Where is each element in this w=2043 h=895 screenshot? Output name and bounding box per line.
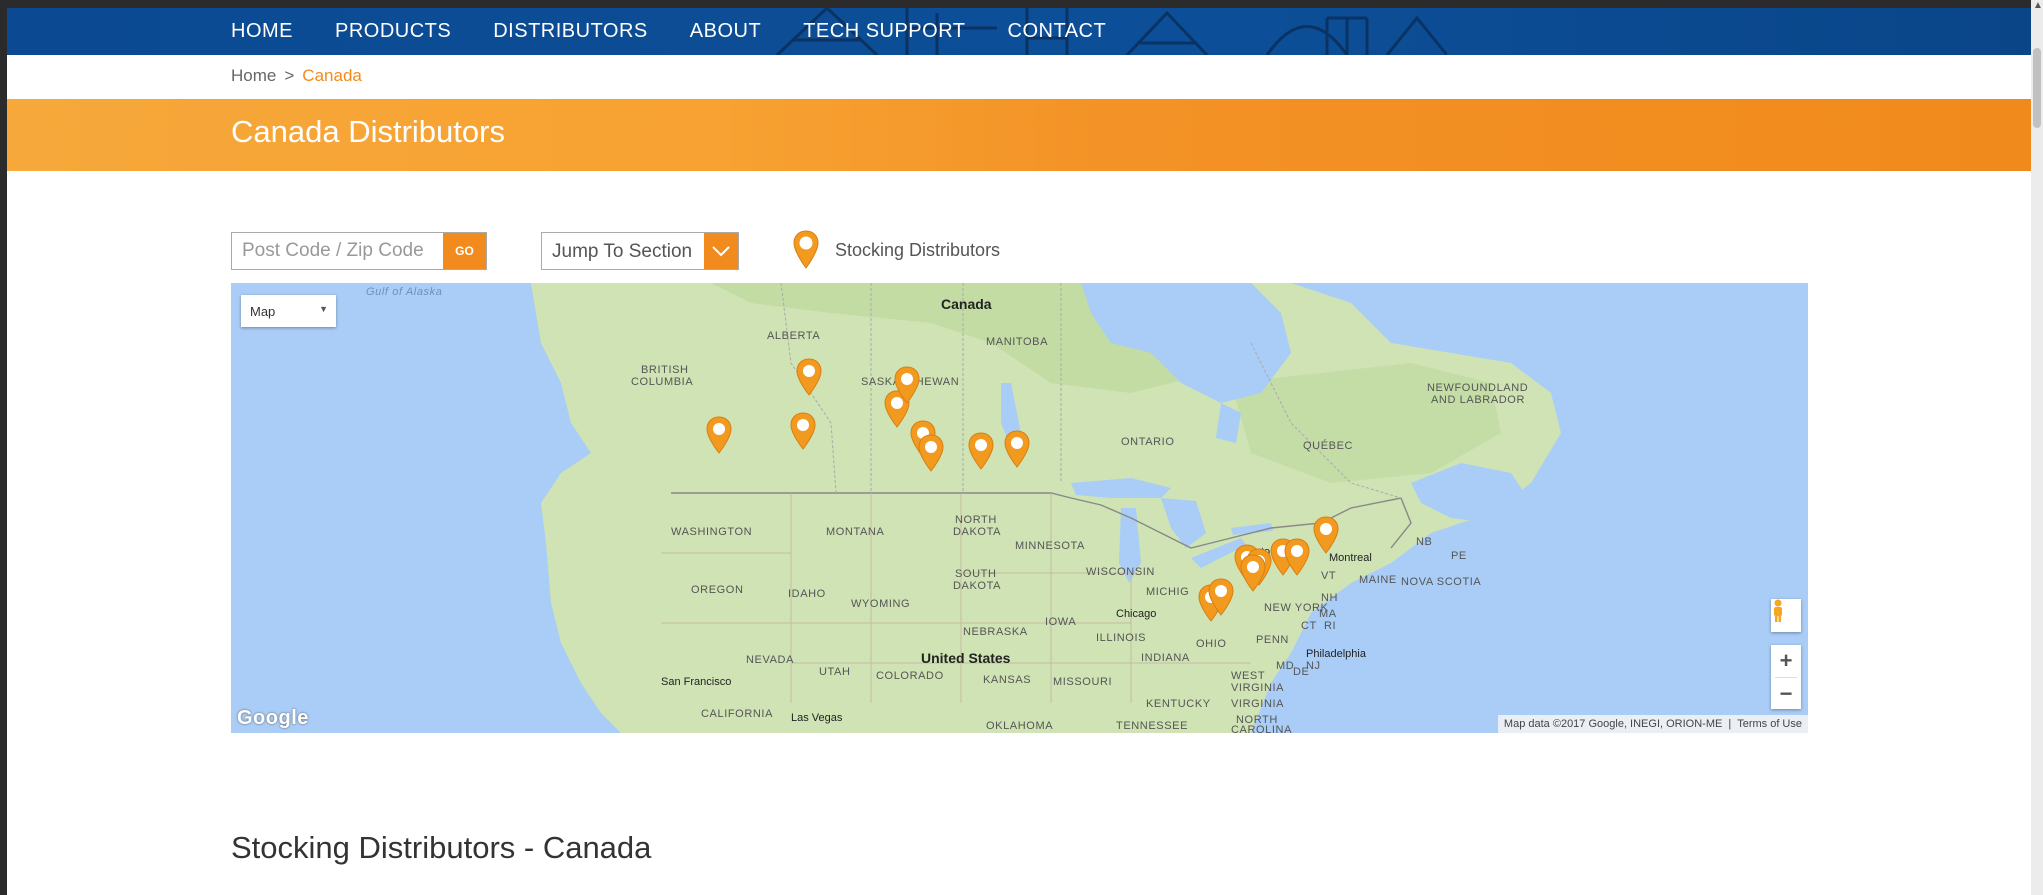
map-label-nova-scotia: NOVA SCOTIA xyxy=(1401,576,1481,588)
map-label-vt: VT xyxy=(1321,570,1336,582)
street-view-pegman-icon[interactable] xyxy=(1771,599,1801,632)
nav-products[interactable]: PRODUCTS xyxy=(335,20,451,43)
map-label-san-francisco: San Francisco xyxy=(661,676,731,688)
map-type-label: Map xyxy=(250,304,276,319)
map-label-united-states: United States xyxy=(921,650,1011,666)
nav-contact[interactable]: CONTACT xyxy=(1008,20,1107,43)
nav-home[interactable]: HOME xyxy=(231,20,293,43)
map-label-nb: NB xyxy=(1416,536,1432,548)
google-logo[interactable]: Google xyxy=(237,707,309,730)
map-label-montana: MONTANA xyxy=(826,526,884,538)
map-data-credit: Map data ©2017 Google, INEGI, ORION-ME xyxy=(1503,718,1723,730)
map-label-nh: NH xyxy=(1321,592,1338,604)
map-label-ohio: OHIO xyxy=(1196,638,1227,650)
scrollbar-thumb[interactable] xyxy=(2033,48,2041,128)
zoom-control: + − xyxy=(1771,645,1801,709)
map-label-oregon: OREGON xyxy=(691,584,744,596)
map-label-utah: UTAH xyxy=(819,666,851,678)
top-navigation: HOME PRODUCTS DISTRIBUTORS ABOUT TECH SU… xyxy=(7,8,2031,55)
breadcrumb-home[interactable]: Home xyxy=(231,66,276,85)
map-legend: Stocking Distributors xyxy=(793,228,1000,272)
map-label-north-dakota-2: DAKOTA xyxy=(953,526,1001,538)
map-label-newfoundland-1: NEWFOUNDLAND xyxy=(1427,382,1528,394)
map-label-oklahoma: OKLAHOMA xyxy=(986,720,1053,732)
zoom-out-button[interactable]: − xyxy=(1771,678,1801,710)
map-label-california: CALIFORNIA xyxy=(701,708,773,720)
map-label-north-carolina-2: CAROLINA xyxy=(1231,724,1292,733)
map-label-montreal: Montreal xyxy=(1329,552,1372,564)
map-label-ri: RI xyxy=(1324,620,1336,632)
legend-label: Stocking Distributors xyxy=(835,239,1001,260)
map-label-philadelphia: Philadelphia xyxy=(1306,648,1367,660)
map-label-quebec: QUÉBEC xyxy=(1303,439,1353,452)
map-label-indiana: INDIANA xyxy=(1141,652,1190,664)
map-label-nevada: NEVADA xyxy=(746,654,794,666)
map-label-kansas: KANSAS xyxy=(983,674,1031,686)
map-label-nj: NJ xyxy=(1306,660,1321,672)
map-label-south-dakota-1: SOUTH xyxy=(955,568,997,580)
map-label-missouri: MISSOURI xyxy=(1053,676,1112,688)
map-label-gulf: Gulf of Alaska xyxy=(366,286,442,298)
distributor-map[interactable]: Canada ALBERTA MANITOBA BRITISH COLUMBIA… xyxy=(231,283,1808,733)
map-label-tennessee: TENNESSEE xyxy=(1116,720,1188,732)
map-divider: | xyxy=(1728,718,1732,730)
map-label-british-columbia-2: COLUMBIA xyxy=(631,376,693,388)
map-label-ct: CT xyxy=(1301,620,1317,632)
postcode-search: GO xyxy=(231,232,487,270)
map-label-washington: WASHINGTON xyxy=(671,526,752,538)
map-label-maine: MAINE xyxy=(1359,574,1397,586)
page-title: Canada Distributors xyxy=(231,114,505,149)
map-label-west-virginia-2: VIRGINIA xyxy=(1231,682,1284,694)
map-pin-icon xyxy=(793,230,819,269)
map-label-las-vegas: Las Vegas xyxy=(791,712,843,724)
map-label-ontario: ONTARIO xyxy=(1121,436,1175,448)
map-label-alberta: ALBERTA xyxy=(767,330,820,342)
map-label-west-virginia-1: WEST xyxy=(1231,670,1265,682)
breadcrumb-separator: > xyxy=(284,66,295,85)
map-label-colorado: COLORADO xyxy=(876,670,944,682)
section-title: Stocking Distributors - Canada xyxy=(231,830,652,865)
map-canvas: Canada ALBERTA MANITOBA BRITISH COLUMBIA… xyxy=(366,283,1561,733)
map-label-pe: PE xyxy=(1451,550,1467,562)
map-label-wisconsin: WISCONSIN xyxy=(1086,566,1155,578)
page-banner: Canada Distributors xyxy=(7,99,2031,171)
zoom-in-button[interactable]: + xyxy=(1771,645,1801,677)
page-scrollbar[interactable]: ▲ xyxy=(2031,0,2043,895)
scroll-up-icon[interactable]: ▲ xyxy=(2033,0,2043,11)
map-type-control[interactable]: Map ▼ xyxy=(241,295,336,327)
map-label-minnesota: MINNESOTA xyxy=(1015,540,1085,552)
map-label-canada: Canada xyxy=(941,296,992,312)
map-label-md: MD xyxy=(1276,660,1294,672)
map-label-newfoundland-2: AND LABRADOR xyxy=(1431,394,1525,406)
go-button[interactable]: GO xyxy=(443,233,486,269)
map-label-michigan: MICHIG xyxy=(1146,586,1189,598)
map-label-kentucky: KENTUCKY xyxy=(1146,698,1211,710)
map-label-iowa: IOWA xyxy=(1045,616,1076,628)
map-label-idaho: IDAHO xyxy=(788,588,826,600)
map-attribution: Map data ©2017 Google, INEGI, ORION-ME |… xyxy=(1497,715,1808,733)
map-label-illinois: ILLINOIS xyxy=(1096,632,1146,644)
page: HOME PRODUCTS DISTRIBUTORS ABOUT TECH SU… xyxy=(7,8,2031,895)
map-label-south-dakota-2: DAKOTA xyxy=(953,580,1001,592)
map-label-ma: MA xyxy=(1319,608,1337,620)
nav-distributors[interactable]: DISTRIBUTORS xyxy=(493,20,648,43)
jump-to-section-label: Jump To Section xyxy=(552,241,693,262)
nav-tech-support[interactable]: TECH SUPPORT xyxy=(803,20,965,43)
breadcrumb-current[interactable]: Canada xyxy=(302,66,362,85)
dropdown-arrow-icon: ▼ xyxy=(319,304,328,314)
map-label-penn: PENN xyxy=(1256,634,1289,646)
map-label-chicago: Chicago xyxy=(1116,608,1156,620)
map-label-north-dakota-1: NORTH xyxy=(955,514,997,526)
map-label-british-columbia-1: BRITISH xyxy=(641,364,689,376)
map-label-virginia: VIRGINIA xyxy=(1231,698,1284,710)
postcode-input[interactable] xyxy=(232,233,444,269)
map-label-manitoba: MANITOBA xyxy=(986,336,1048,348)
terms-of-use-link[interactable]: Terms of Use xyxy=(1737,718,1802,730)
map-label-wyoming: WYOMING xyxy=(851,598,910,610)
nav-about[interactable]: ABOUT xyxy=(690,20,761,43)
jump-to-section-select[interactable]: Jump To Section xyxy=(541,232,739,270)
chevron-down-icon xyxy=(704,233,738,269)
breadcrumb: Home > Canada xyxy=(231,66,362,86)
map-label-nebraska: NEBRASKA xyxy=(963,626,1028,638)
